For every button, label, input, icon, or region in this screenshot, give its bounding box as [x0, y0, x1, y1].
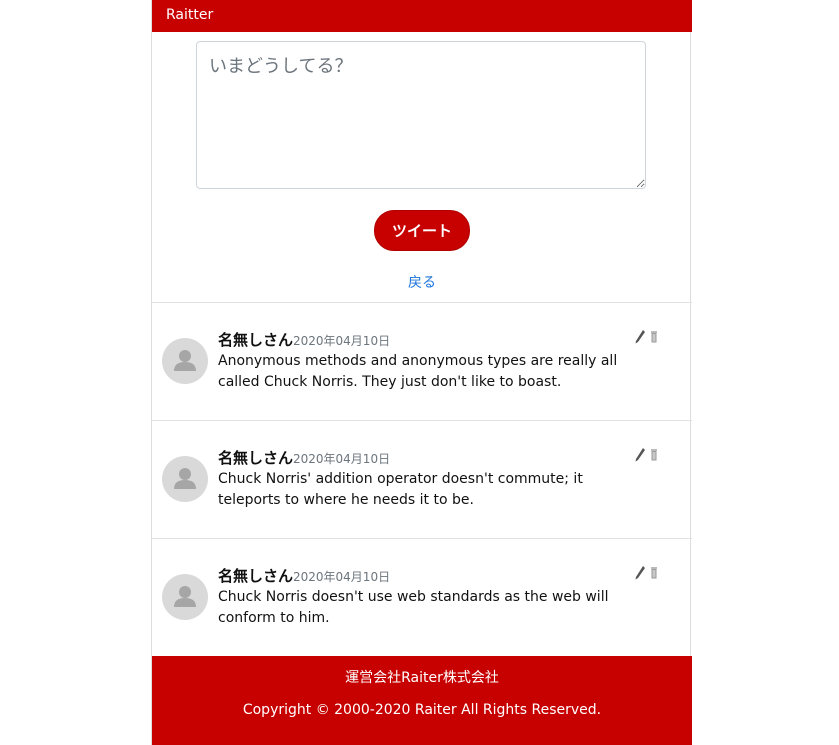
- post-body: Chuck Norris doesn't use web standards a…: [218, 589, 609, 626]
- post-body: Anonymous methods and anonymous types ar…: [218, 353, 618, 390]
- post-author: 名無しさん: [218, 331, 294, 349]
- post-date: 2020年04月10日: [293, 334, 391, 348]
- brand-link[interactable]: Raitter: [166, 0, 213, 31]
- post-author: 名無しさん: [218, 449, 294, 467]
- back-link[interactable]: 戻る: [152, 272, 692, 292]
- avatar[interactable]: [162, 456, 208, 502]
- post-item: 名無しさん 2020年04月10日 Chuck Norris' addition…: [152, 420, 692, 538]
- footer: 運営会社Raiter株式会社 Copyright © 2000-2020 Rai…: [152, 656, 692, 745]
- pencil-icon[interactable]: [634, 329, 646, 345]
- user-icon: [174, 350, 196, 371]
- post-item: 名無しさん 2020年04月10日 Anonymous methods and …: [152, 302, 692, 420]
- post-date: 2020年04月10日: [293, 452, 391, 466]
- post-date: 2020年04月10日: [293, 570, 391, 584]
- post-body: Chuck Norris' addition operator doesn't …: [218, 471, 583, 508]
- avatar[interactable]: [162, 574, 208, 620]
- pencil-icon[interactable]: [634, 447, 646, 463]
- footer-company: 運営会社Raiter株式会社: [345, 670, 499, 686]
- post-author: 名無しさん: [218, 567, 294, 585]
- footer-copyright: Copyright © 2000-2020 Raiter All Rights …: [242, 702, 602, 718]
- tweet-input[interactable]: [196, 41, 646, 189]
- trash-icon[interactable]: [649, 565, 661, 581]
- trash-icon[interactable]: [649, 447, 661, 463]
- pencil-icon[interactable]: [634, 565, 646, 581]
- user-icon: [174, 586, 196, 607]
- avatar[interactable]: [162, 338, 208, 384]
- tweet-button[interactable]: ツイート: [374, 210, 470, 251]
- trash-icon[interactable]: [649, 329, 661, 345]
- user-icon: [174, 468, 196, 489]
- navbar: Raitter: [152, 0, 692, 32]
- post-item: 名無しさん 2020年04月10日 Chuck Norris doesn't u…: [152, 538, 692, 656]
- main-container: Raitter ツイート 戻る 名無しさん 2020年04月10日 Anonym…: [151, 0, 692, 745]
